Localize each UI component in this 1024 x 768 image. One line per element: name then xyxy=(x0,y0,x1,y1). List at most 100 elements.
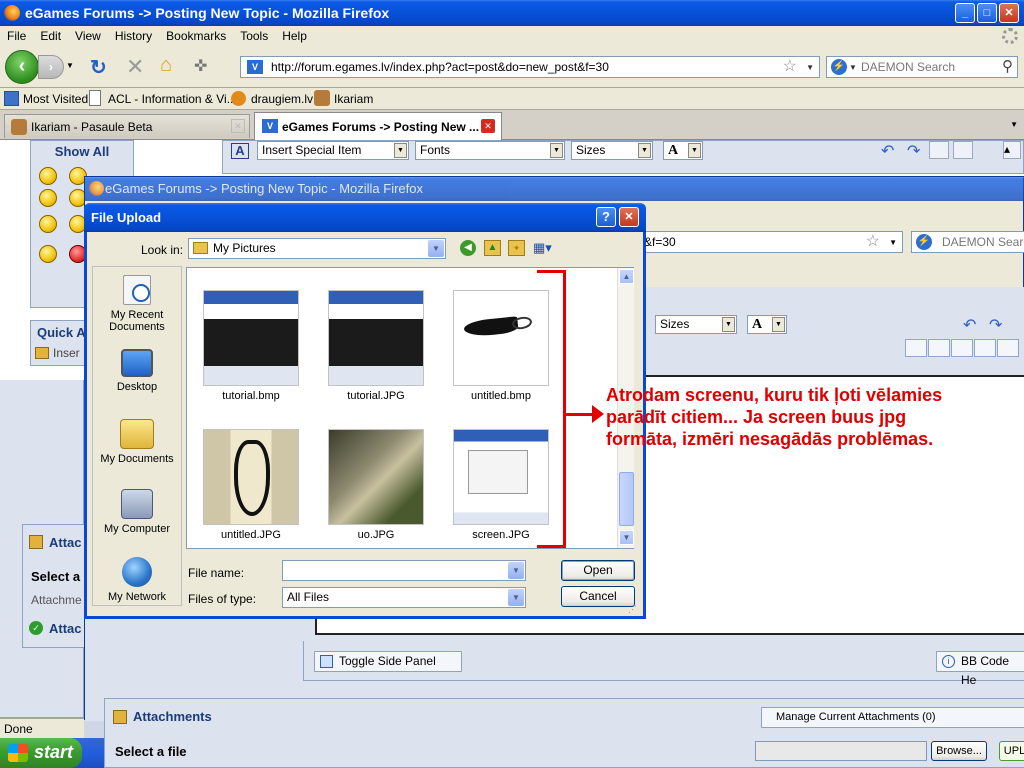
place-desktop[interactable]: Desktop xyxy=(93,349,181,393)
file-thumbnail[interactable] xyxy=(453,429,549,525)
file-thumbnail[interactable] xyxy=(328,429,424,525)
file-name-label[interactable]: uo.JPG xyxy=(316,529,436,541)
search-box[interactable]: ⚡ ▼ DAEMON Search ⚲ xyxy=(826,56,1018,78)
back-folder-icon[interactable]: ◀ xyxy=(460,240,476,256)
file-thumbnail[interactable] xyxy=(203,429,299,525)
tab-close-icon[interactable]: ✕ xyxy=(481,119,495,133)
inner-font-color-select[interactable]: A ▼ xyxy=(747,315,787,334)
search-engine-dropdown-icon[interactable]: ▼ xyxy=(849,58,857,77)
maximize-button[interactable]: □ xyxy=(977,3,997,23)
resize-grip-icon[interactable]: ⋰ xyxy=(628,604,637,615)
look-in-select[interactable]: My Pictures ▼ xyxy=(188,238,446,259)
menu-help[interactable]: Help xyxy=(275,26,314,46)
back-button[interactable]: ‹ xyxy=(5,50,39,84)
view-menu-icon[interactable]: ▦▾ xyxy=(533,240,557,256)
start-button[interactable]: start xyxy=(0,738,82,768)
tab-close-icon[interactable]: ✕ xyxy=(231,119,245,133)
smiley-icon[interactable] xyxy=(39,189,57,207)
menu-bookmarks[interactable]: Bookmarks xyxy=(159,26,233,46)
bookmark-draugiem[interactable]: draugiem.lv xyxy=(251,92,313,106)
insert-link[interactable]: Inser xyxy=(53,346,80,360)
scroll-up-arrow-icon[interactable]: ▲ xyxy=(619,269,634,284)
smiley-icon[interactable] xyxy=(39,215,57,233)
smiley-icon[interactable] xyxy=(39,245,57,263)
file-name-label[interactable]: tutorial.bmp xyxy=(191,390,311,402)
new-folder-icon[interactable]: ✦ xyxy=(508,240,525,256)
browse-button[interactable]: Browse... xyxy=(931,741,987,761)
smiley-icon[interactable] xyxy=(39,167,57,185)
menu-edit[interactable]: Edit xyxy=(33,26,68,46)
files-of-type-select[interactable]: All Files ▼ xyxy=(282,587,526,608)
url-dropdown-icon[interactable]: ▼ xyxy=(806,58,814,77)
resize-icon[interactable] xyxy=(929,141,949,159)
inner-search-box[interactable]: ⚡ DAEMON Search xyxy=(911,231,1024,253)
look-in-dropdown-icon[interactable]: ▼ xyxy=(428,240,444,257)
files-of-type-dropdown-icon[interactable]: ▼ xyxy=(508,589,524,606)
align-center-icon[interactable] xyxy=(951,339,973,357)
addon-icon[interactable]: ✜ xyxy=(194,56,207,76)
url-dropdown-icon[interactable]: ▼ xyxy=(889,233,897,252)
forward-button[interactable]: › xyxy=(38,55,64,79)
file-thumbnail[interactable] xyxy=(453,290,549,386)
font-color-select[interactable]: A ▼ xyxy=(663,141,703,160)
switch-mode-icon[interactable] xyxy=(953,141,973,159)
reload-icon[interactable]: ↻ xyxy=(90,55,107,80)
file-thumbnail[interactable] xyxy=(328,290,424,386)
history-dropdown-icon[interactable]: ▼ xyxy=(66,61,74,70)
bookmark-star-icon[interactable]: ☆ xyxy=(783,57,797,77)
scroll-thumb[interactable] xyxy=(619,472,634,526)
up-folder-icon[interactable]: ▲ xyxy=(484,240,501,256)
redo-icon[interactable]: ↷ xyxy=(989,315,1002,335)
dialog-help-button[interactable]: ? xyxy=(596,207,616,227)
upload-button[interactable]: UPL xyxy=(999,741,1024,761)
search-engine-icon[interactable]: ⚡ xyxy=(916,234,932,250)
file-path-input[interactable] xyxy=(755,741,927,761)
cancel-button[interactable]: Cancel xyxy=(561,586,635,607)
menu-view[interactable]: View xyxy=(68,26,108,46)
bookmark-ikariam[interactable]: Ikariam xyxy=(334,92,373,106)
search-engine-icon[interactable]: ⚡ xyxy=(831,59,847,75)
dialog-close-button[interactable]: ✕ xyxy=(619,207,639,227)
menu-history[interactable]: History xyxy=(108,26,159,46)
bbcode-help-button[interactable]: i BB Code He xyxy=(936,651,1024,687)
open-button[interactable]: Open xyxy=(561,560,635,581)
undo-icon[interactable]: ↶ xyxy=(881,141,894,161)
show-all-header[interactable]: Show All xyxy=(31,144,133,159)
tab-list-icon[interactable]: ▼ xyxy=(1010,120,1018,129)
home-icon[interactable]: ⌂ xyxy=(160,54,172,77)
bookmark-most-visited[interactable]: Most Visited xyxy=(23,92,88,106)
inner-sizes-select[interactable]: Sizes ▼ xyxy=(655,315,737,334)
url-bar[interactable]: V http://forum.egames.lv/index.php?act=p… xyxy=(240,56,820,78)
sizes-select[interactable]: Sizes ▼ xyxy=(571,141,653,160)
redo-icon[interactable]: ↷ xyxy=(907,141,920,161)
file-name-input[interactable]: ▼ xyxy=(282,560,526,581)
place-recent-documents[interactable]: My Recent Documents xyxy=(93,275,181,333)
list-icon[interactable] xyxy=(905,339,927,357)
manage-attachments-button[interactable]: Manage Current Attachments (0) xyxy=(761,707,1024,728)
align-right-icon[interactable] xyxy=(974,339,996,357)
align-left-icon[interactable] xyxy=(928,339,950,357)
tab-ikariam[interactable]: Ikariam - Pasaule Beta ✕ xyxy=(4,114,250,138)
minimize-button[interactable]: _ xyxy=(955,3,975,23)
inner-url-bar[interactable]: &f=30 ☆ ▼ xyxy=(639,231,903,253)
file-name-dropdown-icon[interactable]: ▼ xyxy=(508,562,524,579)
scroll-down-arrow-icon[interactable]: ▼ xyxy=(619,530,634,545)
scroll-up-icon[interactable]: ▴ xyxy=(1003,141,1021,159)
file-thumbnail[interactable] xyxy=(203,290,299,386)
close-button[interactable]: ✕ xyxy=(999,3,1019,23)
undo-icon[interactable]: ↶ xyxy=(963,315,976,335)
justify-icon[interactable] xyxy=(997,339,1019,357)
insert-special-select[interactable]: Insert Special Item ▼ xyxy=(257,141,409,160)
menu-file[interactable]: File xyxy=(0,26,33,46)
bookmark-acl[interactable]: ACL - Information & Vi... xyxy=(108,92,237,106)
attach2-link[interactable]: Attac xyxy=(49,621,82,636)
place-my-computer[interactable]: My Computer xyxy=(93,489,181,535)
fonts-select[interactable]: Fonts ▼ xyxy=(415,141,565,160)
place-my-network[interactable]: My Network xyxy=(93,557,181,603)
toggle-side-panel-button[interactable]: Toggle Side Panel xyxy=(314,651,462,672)
tab-egames[interactable]: V eGames Forums -> Posting New ... ✕ xyxy=(254,112,502,140)
search-icon[interactable]: ⚲ xyxy=(1002,57,1013,77)
file-name-label[interactable]: tutorial.JPG xyxy=(316,390,436,402)
menu-tools[interactable]: Tools xyxy=(233,26,275,46)
bookmark-star-icon[interactable]: ☆ xyxy=(866,232,880,252)
